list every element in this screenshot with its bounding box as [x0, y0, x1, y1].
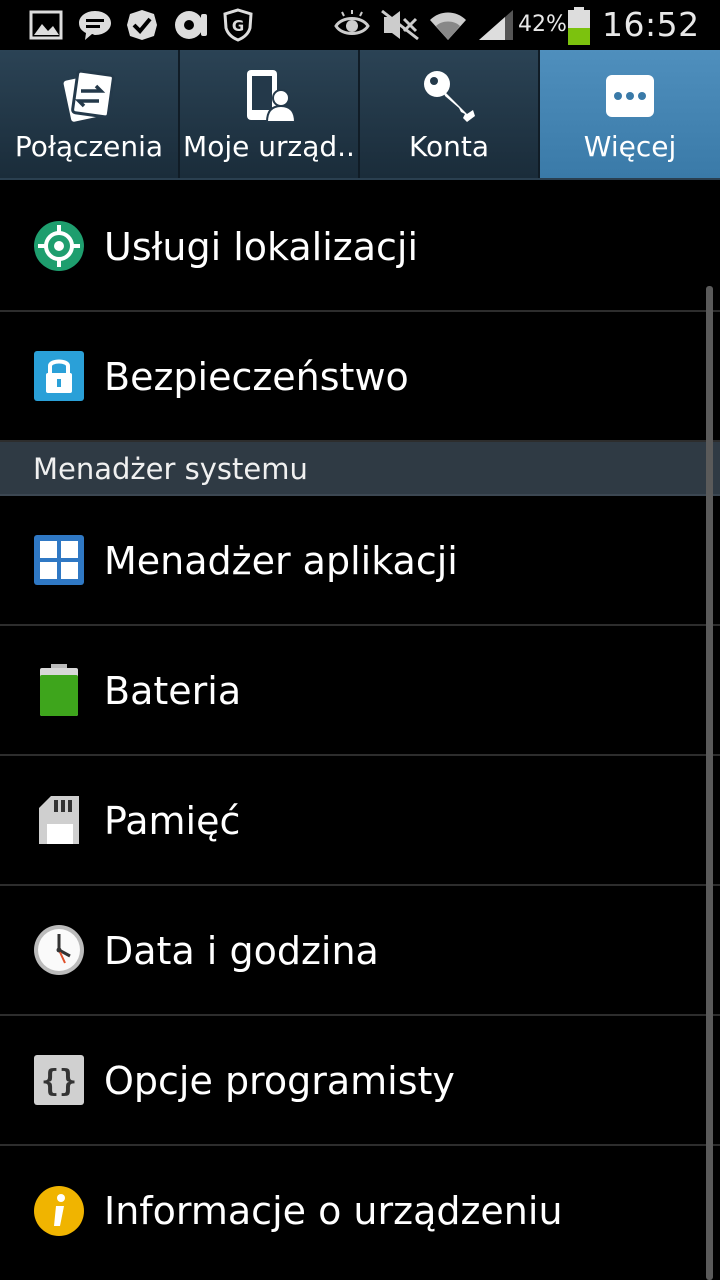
tab-more[interactable]: Więcej [540, 50, 720, 178]
clock: 16:52 [602, 5, 700, 44]
tab-label: Konta [409, 130, 489, 163]
key-icon [419, 66, 479, 126]
battery-icon [566, 6, 592, 46]
wifi-icon [428, 8, 468, 42]
braces-icon: {} [32, 1053, 86, 1107]
list-item-developer-options[interactable]: {} Opcje programisty [0, 1016, 720, 1146]
list-item-label: Informacje o urządzeniu [104, 1189, 563, 1233]
battery-icon [32, 663, 86, 717]
list-item-label: Pamięć [104, 799, 241, 843]
tab-label: Moje urząd.. [183, 130, 355, 163]
list-item-label: Bateria [104, 669, 242, 713]
list-item-date-time[interactable]: Data i godzina [0, 886, 720, 1016]
section-header-label: Menadżer systemu [33, 452, 308, 486]
disc-icon [172, 8, 210, 42]
list-item-label: Usługi lokalizacji [104, 225, 419, 269]
list-item-app-manager[interactable]: Menadżer aplikacji [0, 496, 720, 626]
more-icon [600, 66, 660, 126]
connections-icon [59, 66, 119, 126]
clock-icon [32, 923, 86, 977]
my-device-icon [239, 66, 299, 126]
chat-icon [76, 8, 114, 42]
battery-percent: 42% [518, 12, 567, 37]
sd-card-icon [32, 793, 86, 847]
tab-label: Więcej [583, 130, 677, 163]
list-item-label: Opcje programisty [104, 1059, 455, 1103]
settings-list: Usługi lokalizacji Bezpieczeństwo Menadż… [0, 182, 720, 1276]
svg-text:{}: {} [41, 1064, 77, 1099]
tab-label: Połączenia [14, 130, 164, 163]
list-item-label: Data i godzina [104, 929, 379, 973]
list-item-storage[interactable]: Pamięć [0, 756, 720, 886]
tab-bar: Połączenia Moje urząd.. Konta Więcej [0, 50, 720, 180]
signal-icon [476, 8, 516, 42]
status-bar: G 42% 16:52 [0, 0, 720, 50]
gallery-icon [28, 8, 64, 42]
section-header-system: Menadżer systemu [0, 442, 720, 496]
check-icon [124, 8, 160, 42]
info-icon [32, 1184, 86, 1238]
list-item-security[interactable]: Bezpieczeństwo [0, 312, 720, 442]
list-item-location[interactable]: Usługi lokalizacji [0, 182, 720, 312]
scrollbar[interactable] [706, 286, 713, 1280]
tab-accounts[interactable]: Konta [360, 50, 540, 178]
tab-my-device[interactable]: Moje urząd.. [180, 50, 360, 178]
location-target-icon [32, 219, 86, 273]
list-item-battery[interactable]: Bateria [0, 626, 720, 756]
tab-connections[interactable]: Połączenia [0, 50, 180, 178]
eye-icon [334, 8, 370, 42]
list-item-about-device[interactable]: Informacje o urządzeniu [0, 1146, 720, 1276]
app-grid-icon [32, 533, 86, 587]
svg-text:G: G [232, 17, 244, 35]
lock-icon [32, 349, 86, 403]
shield-g-icon: G [222, 8, 254, 42]
list-item-label: Bezpieczeństwo [104, 355, 409, 399]
list-item-label: Menadżer aplikacji [104, 539, 458, 583]
mute-icon [380, 8, 420, 42]
